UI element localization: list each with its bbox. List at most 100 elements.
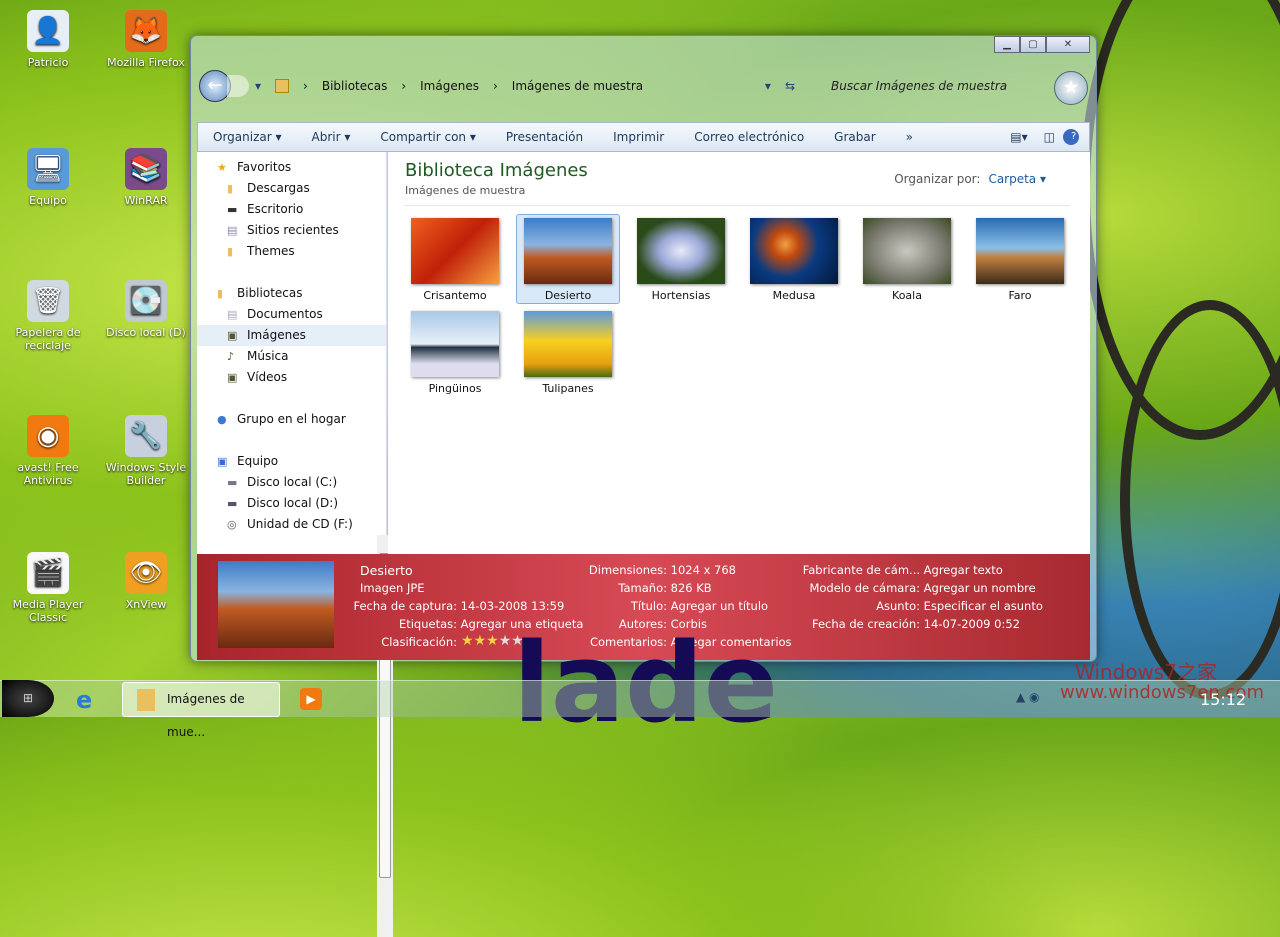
- forward-button[interactable]: [227, 75, 249, 97]
- search-input[interactable]: Buscar Imágenes de muestra: [831, 74, 1041, 98]
- nav-item-label: Unidad de CD (F:): [247, 517, 353, 531]
- nav-item[interactable]: ▬ Disco local (D:): [197, 493, 386, 514]
- image-label: Faro: [1008, 289, 1032, 302]
- image-item[interactable]: Faro: [968, 214, 1072, 304]
- nav-item[interactable]: ▤ Documentos: [197, 304, 386, 325]
- image-item[interactable]: Hortensias: [629, 214, 733, 304]
- nav-item[interactable]: ◎ Unidad de CD (F:): [197, 514, 386, 535]
- preview-pane-icon[interactable]: ◫: [1036, 130, 1063, 144]
- image-thumbnail: [637, 218, 725, 284]
- maximize-button[interactable]: ▢: [1020, 36, 1046, 53]
- nav-item[interactable]: ▮ Bibliotecas: [197, 283, 386, 304]
- nav-item[interactable]: ● Grupo en el hogar: [197, 409, 386, 430]
- desktop-icon-image: 📚: [125, 148, 167, 190]
- grabar-button[interactable]: Grabar: [819, 130, 891, 144]
- detail-field: Fecha de creación: 14-07-2009 0:52: [797, 617, 1020, 631]
- detail-key: Dimensiones:: [588, 563, 667, 577]
- nav-item[interactable]: ▣ Vídeos: [197, 367, 386, 388]
- start-button[interactable]: ⊞: [2, 680, 54, 717]
- detail-key: Etiquetas:: [398, 617, 457, 631]
- detail-field: Fecha de captura: 14-03-2008 13:59: [312, 599, 564, 613]
- correo-button[interactable]: Correo electrónico: [679, 130, 819, 144]
- detail-field: Tamaño: 826 KB: [577, 581, 712, 595]
- detail-value[interactable]: 1024 x 768: [671, 563, 736, 577]
- nav-item-icon: ▣: [227, 329, 238, 342]
- nav-item[interactable]: ★ Favoritos: [197, 157, 386, 178]
- nav-item-icon: ●: [217, 413, 227, 426]
- detail-value[interactable]: 14-03-2008 13:59: [461, 599, 565, 613]
- nav-item[interactable]: ▤ Sitios recientes: [197, 220, 386, 241]
- desktop-icon[interactable]: 🦊 Mozilla Firefox: [101, 10, 191, 69]
- internet-explorer-icon[interactable]: e: [76, 686, 92, 714]
- detail-value[interactable]: Agregar texto: [924, 563, 1003, 577]
- detail-value[interactable]: Agregar un título: [671, 599, 768, 613]
- desktop-icon[interactable]: ◉ avast! Free Antivirus: [3, 415, 93, 487]
- star-icon[interactable]: ★: [499, 633, 512, 649]
- minimize-button[interactable]: ▁: [994, 36, 1020, 53]
- media-player-icon[interactable]: ▶: [300, 688, 322, 710]
- image-item[interactable]: Pingüinos: [403, 307, 507, 397]
- breadcrumb-muestra[interactable]: Imágenes de muestra: [512, 79, 643, 93]
- image-item[interactable]: Medusa: [742, 214, 846, 304]
- abrir-button[interactable]: Abrir ▾: [297, 130, 366, 144]
- nav-item[interactable]: ♪ Música: [197, 346, 386, 367]
- desktop-icon[interactable]: 🗑 Papelera de reciclaje: [3, 280, 93, 352]
- content-pane: Biblioteca Imágenes Imágenes de muestra …: [388, 152, 1090, 554]
- image-item[interactable]: Crisantemo: [403, 214, 507, 304]
- help-icon[interactable]: ?: [1063, 129, 1079, 145]
- nav-item[interactable]: ▣ Equipo: [197, 451, 386, 472]
- desktop-icon[interactable]: 🎬 Media Player Classic: [3, 552, 93, 624]
- star-icon[interactable]: ★: [474, 633, 487, 649]
- address-bar[interactable]: ▾ › Bibliotecas › Imágenes › Imágenes de…: [255, 74, 795, 98]
- nav-item[interactable]: ▬ Disco local (C:): [197, 472, 386, 493]
- dropdown-icon[interactable]: ▾: [765, 79, 771, 93]
- imprimir-button[interactable]: Imprimir: [598, 130, 679, 144]
- compartir-button[interactable]: Compartir con ▾: [365, 130, 490, 144]
- more-button[interactable]: »: [891, 130, 928, 144]
- desktop-icon[interactable]: 🔧 Windows Style Builder: [101, 415, 191, 487]
- nav-item[interactable]: ▣ Imágenes: [197, 325, 386, 346]
- refresh-icon[interactable]: ⇆: [785, 79, 795, 93]
- breadcrumb-imagenes[interactable]: Imágenes: [420, 79, 479, 93]
- star-icon[interactable]: ★: [461, 633, 474, 649]
- breadcrumb-bibliotecas[interactable]: Bibliotecas: [322, 79, 387, 93]
- desktop-icon[interactable]: 📚 WinRAR: [101, 148, 191, 207]
- image-item[interactable]: Desierto: [516, 214, 620, 304]
- nav-item[interactable]: ▬ Escritorio: [197, 199, 386, 220]
- clock[interactable]: 15:12: [1200, 690, 1246, 709]
- desktop-icon[interactable]: 👤 Patricio: [3, 10, 93, 69]
- image-item[interactable]: Koala: [855, 214, 959, 304]
- close-button[interactable]: ✕: [1046, 36, 1090, 53]
- desktop-icon-image: 👁: [125, 552, 167, 594]
- desktop-icon[interactable]: 🖥 Equipo: [3, 148, 93, 207]
- detail-value[interactable]: 14-07-2009 0:52: [924, 617, 1020, 631]
- views-icon[interactable]: ▤▾: [1002, 130, 1035, 144]
- desktop-icon[interactable]: 👁 XnView: [101, 552, 191, 611]
- desktop-icon-image: 👤: [27, 10, 69, 52]
- image-label: Crisantemo: [423, 289, 487, 302]
- image-item[interactable]: Tulipanes: [516, 307, 620, 397]
- taskbar-explorer-button[interactable]: Imágenes de mue...: [122, 682, 280, 739]
- detail-value[interactable]: Agregar un nombre: [924, 581, 1036, 595]
- star-icon[interactable]: ★: [486, 633, 499, 649]
- image-label: Koala: [892, 289, 922, 302]
- recent-pages-icon[interactable]: ▾: [255, 79, 261, 93]
- desktop-icon-image: 🎬: [27, 552, 69, 594]
- organizar-button[interactable]: Organizar ▾: [198, 130, 297, 144]
- nav-item-label: Música: [247, 349, 289, 363]
- detail-value[interactable]: 826 KB: [671, 581, 712, 595]
- arrange-dropdown[interactable]: Carpeta ▾: [988, 172, 1046, 186]
- folder-icon: [275, 79, 290, 93]
- nav-item-label: Imágenes: [247, 328, 306, 342]
- detail-value[interactable]: Especificar el asunto: [924, 599, 1043, 613]
- favorite-star-icon[interactable]: ★: [1054, 71, 1088, 105]
- nav-item[interactable]: ▮ Themes: [197, 241, 386, 262]
- desktop-icon[interactable]: 💽 Disco local (D): [101, 280, 191, 339]
- desktop-icon-image: 🦊: [125, 10, 167, 52]
- tray-expand-icon[interactable]: ▲ ◉: [1016, 690, 1040, 704]
- nav-item[interactable]: ▮ Descargas: [197, 178, 386, 199]
- presentacion-button[interactable]: Presentación: [491, 130, 598, 144]
- nav-item-icon: ▮: [217, 287, 224, 300]
- image-thumbnail: [524, 311, 612, 377]
